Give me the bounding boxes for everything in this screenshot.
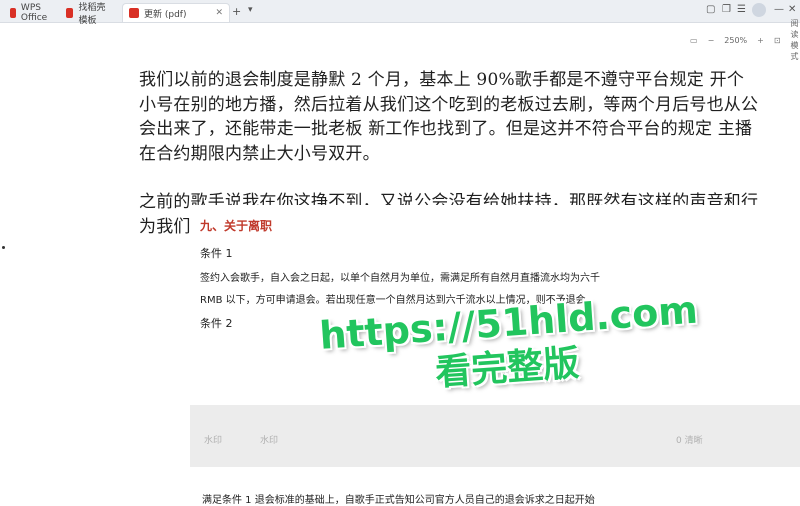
tab-wps-office[interactable]: WPS Office: [4, 2, 56, 23]
watermark-text: 水印: [260, 436, 279, 446]
tab-bar: WPS Office 找稻壳模板 更新 (pdf) ✕ + ▾ ▢ ❐ ☰ — …: [0, 0, 800, 26]
view-toolbar: ▭ − 250% + ⊡ 阅读模式: [690, 19, 800, 61]
chevron-down-icon[interactable]: ▾: [248, 5, 253, 15]
new-tab-icon[interactable]: +: [232, 5, 241, 18]
tab-current-pdf[interactable]: 更新 (pdf) ✕: [122, 3, 230, 22]
tab-label: WPS Office: [20, 2, 48, 23]
zoom-level[interactable]: 250%: [724, 36, 747, 45]
watermark-text: 0 清晰: [676, 436, 703, 446]
avatar[interactable]: [752, 3, 766, 17]
read-mode-button[interactable]: 阅读模式: [791, 18, 800, 62]
tab-template[interactable]: 找稻壳模板: [60, 3, 118, 26]
zoom-in-icon[interactable]: +: [757, 36, 764, 45]
minimize-icon[interactable]: —: [774, 4, 784, 15]
condition-2-title: 条件 2: [200, 317, 233, 330]
layout-icon[interactable]: ▢: [706, 4, 715, 15]
wps-logo-icon: [10, 7, 16, 18]
read-mode-icon[interactable]: ⊡: [774, 36, 781, 45]
grey-band: [190, 405, 800, 467]
tab-label: 更新 (pdf): [144, 9, 187, 20]
condition-1-text-line1: 签约入会歌手，自入会之日起，以单个自然月为单位，需满足所有自然月直播流水均为六千: [200, 273, 600, 284]
condition-1-title: 条件 1: [200, 247, 233, 260]
zoom-out-icon[interactable]: −: [708, 36, 715, 45]
fit-page-icon[interactable]: ▭: [690, 36, 698, 45]
close-icon[interactable]: ✕: [215, 8, 223, 18]
condition-2-text: 满足条件 1 退会标准的基础上，自歌手正式告知公司官方人员自己的退会诉求之日起开…: [202, 495, 595, 506]
menu-icon[interactable]: ☰: [737, 4, 746, 15]
close-window-icon[interactable]: ✕: [788, 4, 796, 15]
pdf-logo-icon: [129, 8, 139, 18]
restore-icon[interactable]: ❐: [722, 4, 731, 15]
watermark-text: 水印: [204, 436, 223, 446]
paragraph-exit-policy: 我们以前的退会制度是静默 2 个月，基本上 90%歌手都是不遵守平台规定 开个小…: [139, 70, 759, 164]
tab-label: 找稻壳模板: [78, 2, 106, 26]
section-heading: 九、关于离职: [200, 219, 273, 233]
cursor-dot: [2, 246, 5, 249]
docer-logo-icon: [66, 7, 74, 18]
